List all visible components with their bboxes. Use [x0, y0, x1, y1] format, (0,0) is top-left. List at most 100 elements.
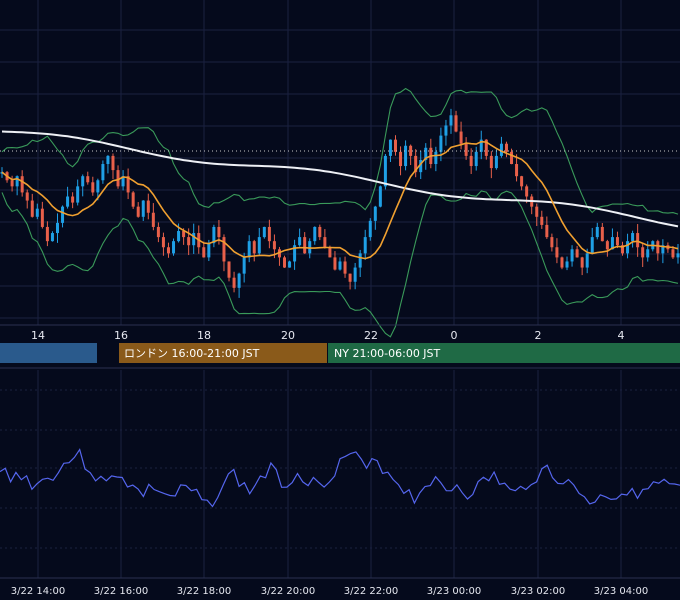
- price-x-tick-label: 18: [197, 329, 211, 342]
- candle-body: [590, 237, 594, 254]
- candle-body: [605, 241, 609, 250]
- candle-body: [298, 237, 302, 246]
- candle-body: [464, 143, 468, 156]
- candle-body: [550, 237, 554, 248]
- candle-body: [393, 139, 397, 152]
- candle-body: [510, 151, 514, 165]
- candle-body: [30, 200, 34, 217]
- candle-body: [545, 224, 549, 238]
- candle-body: [641, 247, 645, 258]
- candle-body: [343, 261, 347, 274]
- osc-x-tick-label: 3/23 04:00: [594, 586, 648, 597]
- candle-body: [106, 155, 110, 165]
- candle-body: [560, 257, 564, 268]
- candle-body: [595, 226, 599, 238]
- osc-x-tick-label: 3/23 02:00: [511, 586, 565, 597]
- candle-body: [489, 155, 493, 169]
- candle-body: [399, 151, 403, 167]
- candle-body: [35, 208, 39, 217]
- candle-body: [242, 257, 246, 274]
- candle-body: [177, 231, 181, 242]
- candle-body: [353, 267, 357, 282]
- candle-body: [388, 139, 392, 156]
- candle-body: [141, 200, 145, 217]
- osc-x-tick-label: 3/22 18:00: [177, 586, 231, 597]
- candle-body: [459, 131, 463, 144]
- price-x-tick-label: 4: [618, 329, 625, 342]
- candle-body: [151, 212, 155, 227]
- candle-body: [15, 176, 19, 187]
- candle-body: [91, 182, 95, 193]
- osc-x-tick-label: 3/22 16:00: [94, 586, 148, 597]
- candle-body: [96, 180, 100, 193]
- candle-body: [172, 241, 176, 254]
- candle-body: [323, 237, 327, 248]
- candle-body: [580, 257, 584, 268]
- candle-body: [363, 237, 367, 254]
- candle-body: [252, 241, 256, 254]
- candle-body: [40, 208, 44, 227]
- candle-body: [444, 125, 448, 136]
- candle-body: [182, 231, 186, 238]
- price-x-tick-label: 2: [535, 329, 542, 342]
- osc-x-tick-label: 3/22 22:00: [344, 586, 398, 597]
- candle-body: [525, 186, 529, 197]
- candle-body: [303, 237, 307, 254]
- candle-body: [247, 241, 251, 258]
- candle-body: [10, 180, 14, 187]
- candle-body: [146, 200, 150, 213]
- candle-body: [55, 222, 59, 234]
- candle-body: [66, 196, 70, 207]
- candle-body: [131, 192, 135, 207]
- candle-body: [540, 216, 544, 225]
- candle-body: [267, 226, 271, 242]
- candle-body: [515, 164, 519, 177]
- candle-body: [636, 233, 640, 248]
- candle-body: [520, 176, 524, 187]
- candle-body: [555, 247, 559, 258]
- candle-body: [20, 176, 24, 193]
- candle-body: [434, 151, 438, 165]
- price-x-tick-label: 14: [31, 329, 45, 342]
- candle-body: [631, 233, 635, 242]
- candle-body: [348, 273, 352, 282]
- candle-body: [338, 261, 342, 270]
- candle-body: [262, 226, 266, 238]
- candle-body: [76, 186, 80, 203]
- session-london-label: ロンドン 16:00-21:00 JST: [124, 347, 260, 360]
- candle-body: [404, 145, 408, 167]
- candle-body: [328, 247, 332, 258]
- candle-body: [207, 243, 211, 258]
- candle-body: [454, 115, 458, 132]
- candle-body: [626, 241, 630, 254]
- candle-body: [81, 176, 85, 187]
- candle-body: [161, 237, 165, 248]
- candle-body: [333, 257, 337, 270]
- candle-body: [575, 249, 579, 258]
- candle-body: [187, 237, 191, 246]
- candle-body: [288, 261, 292, 268]
- candle-body: [257, 237, 261, 254]
- candle-body: [646, 249, 650, 258]
- chart-background: [0, 0, 680, 600]
- candle-body: [671, 249, 675, 258]
- candle-body: [570, 249, 574, 262]
- osc-x-tick-label: 3/22 20:00: [261, 586, 315, 597]
- candle-body: [585, 253, 589, 268]
- price-x-tick-label: 22: [364, 329, 378, 342]
- candle-body: [166, 247, 170, 254]
- candle-body: [45, 226, 49, 242]
- candle-body: [237, 273, 241, 288]
- osc-x-tick-label: 3/22 14:00: [11, 586, 65, 597]
- candle-body: [313, 226, 317, 242]
- candle-body: [535, 206, 539, 217]
- candle-body: [600, 226, 604, 242]
- candle-body: [272, 241, 276, 250]
- candle-body: [449, 115, 453, 126]
- candle-body: [283, 257, 287, 268]
- session-ny-label: NY 21:00-06:00 JST: [334, 347, 441, 360]
- chart-canvas: 14 16 18 20 22 0 2 4 ロンドン 16:00-21:00 JST NY 21…: [0, 0, 680, 600]
- candle-body: [656, 241, 660, 254]
- candle-body: [217, 226, 221, 238]
- candle-body: [439, 135, 443, 152]
